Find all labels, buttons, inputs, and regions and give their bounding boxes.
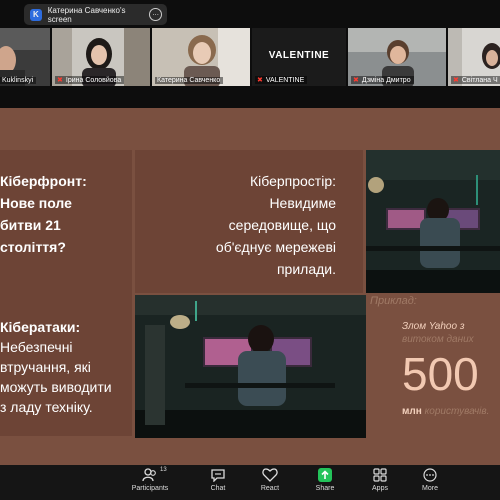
heart-icon	[262, 468, 278, 482]
participant-name: ✖ VALENTINE	[255, 76, 308, 84]
participant-tile[interactable]: ✖ Ірина Соловйова	[52, 28, 150, 86]
apps-icon	[373, 468, 387, 482]
participant-name: ✖ Ірина Соловйова	[55, 76, 125, 84]
participant-display-name: VALENTINE	[268, 50, 330, 61]
example-number: 500	[402, 348, 479, 400]
muted-mic-icon: ✖	[453, 77, 459, 84]
participant-name: Kuklinskyi	[0, 77, 37, 84]
screen-share-indicator[interactable]: K Катерина Савченко's screen …	[24, 4, 167, 25]
participant-tile[interactable]: VALENTINE ✖ VALENTINE	[252, 28, 346, 86]
participants-icon	[142, 468, 156, 482]
chat-icon	[211, 469, 225, 482]
react-button[interactable]: React	[246, 468, 294, 492]
more-options-icon[interactable]: …	[149, 8, 162, 21]
slide-text-cyberattacks: Кібератаки: Небезпечні втручання, які мо…	[0, 319, 112, 415]
slide-photo-hacker	[366, 150, 500, 293]
participant-tile[interactable]: Kuklinskyi	[0, 28, 50, 86]
participant-strip: Kuklinskyi ✖ Ірина Соловйова Катерина Са…	[0, 28, 500, 86]
shared-slide: Кіберфронт: Нове поле битви 21 століття?…	[0, 108, 500, 465]
more-label: More	[422, 485, 438, 492]
participant-name: Катерина Савченко	[155, 77, 224, 84]
apps-label: Apps	[372, 485, 388, 492]
slide-text-cyberspace: Кіберпростір: Невидиме середовище, що об…	[215, 173, 336, 277]
more-icon	[423, 468, 437, 482]
chat-button[interactable]: Chat	[194, 468, 242, 492]
meeting-toolbar: 13 Participants Chat React Share Apps Mo…	[0, 465, 500, 500]
participants-label: Participants	[131, 485, 169, 492]
muted-mic-icon: ✖	[57, 77, 63, 84]
share-title: Катерина Савченко's screen	[47, 5, 126, 24]
share-label: Share	[315, 485, 335, 492]
muted-mic-icon: ✖	[353, 77, 359, 84]
more-button[interactable]: More	[406, 468, 454, 492]
slide-text-cyberfront: Кіберфронт: Нове поле битви 21 століття?	[0, 173, 87, 255]
participant-tile-active-speaker[interactable]: Катерина Савченко	[152, 28, 250, 86]
example-text: Злом Yahoo з	[402, 321, 465, 332]
participant-name: ✖ Дзміна Дмитро	[351, 76, 414, 84]
participant-tile[interactable]: ✖ Дзміна Дмитро	[348, 28, 446, 86]
participant-name: ✖ Світлана Ч	[451, 76, 500, 84]
muted-mic-icon: ✖	[257, 77, 263, 84]
participant-tile[interactable]: ✖ Світлана Ч	[448, 28, 500, 86]
example-text: млн користувачів.	[402, 406, 490, 417]
share-button[interactable]: Share	[301, 468, 349, 492]
example-text: витоком даних	[402, 334, 474, 345]
react-label: React	[260, 485, 280, 492]
example-label: Приклад:	[370, 295, 417, 307]
participants-count: 13	[160, 467, 167, 473]
apps-button[interactable]: Apps	[356, 468, 404, 492]
share-screen-icon	[318, 468, 332, 482]
share-badge-icon: K	[30, 8, 42, 21]
participants-button[interactable]: 13 Participants	[126, 467, 174, 492]
slide-photo-hacker	[135, 295, 366, 438]
chat-label: Chat	[210, 485, 226, 492]
